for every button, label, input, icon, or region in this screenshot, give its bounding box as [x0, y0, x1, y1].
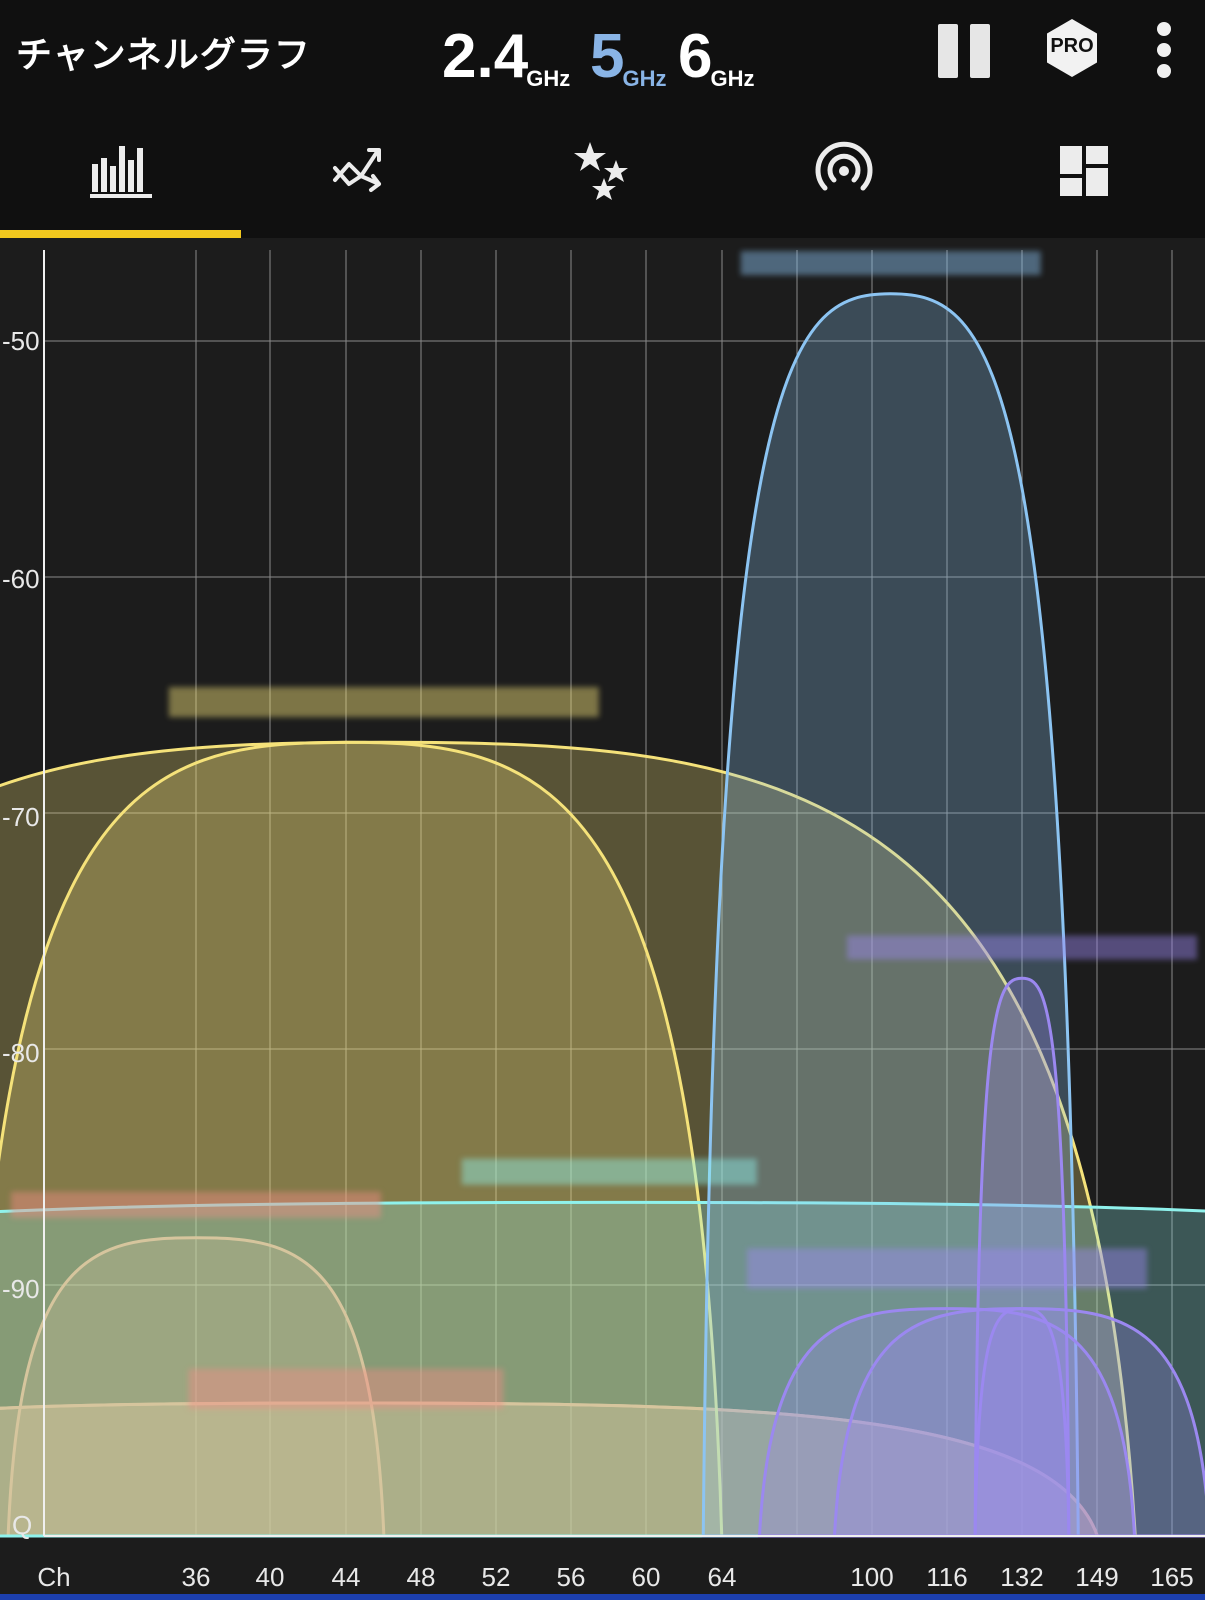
- tab-dashboard[interactable]: [964, 120, 1205, 238]
- more-vert-icon: [1157, 22, 1171, 36]
- tab-channel-graph[interactable]: [0, 120, 241, 238]
- band-6-value: 6: [678, 22, 713, 91]
- ssid-label-redacted: [747, 1248, 1147, 1289]
- bar-chart-icon: [90, 146, 152, 198]
- band-5-value: 5: [590, 22, 625, 91]
- y-label-q: Q: [12, 1510, 32, 1540]
- tab-access-points[interactable]: [723, 120, 964, 238]
- access-point-icon: [815, 141, 873, 191]
- ssid-label-redacted: [461, 1158, 757, 1185]
- band-2-4-unit: GHz: [526, 66, 571, 91]
- y-label--50: -50: [2, 326, 40, 356]
- x-tick-label: 44: [332, 1562, 361, 1592]
- time-graph-icon: [333, 148, 381, 192]
- pro-button[interactable]: PRO: [1040, 16, 1104, 80]
- x-tick-label: 149: [1075, 1562, 1118, 1592]
- tab-bar: [0, 120, 1205, 238]
- y-label--90: -90: [2, 1274, 40, 1304]
- ssid-label-redacted: [847, 935, 1197, 960]
- ssid-label-redacted: [168, 687, 599, 718]
- x-tick-label: 165: [1150, 1562, 1193, 1592]
- selected-tab-indicator: [0, 230, 241, 238]
- x-tick-label: 36: [182, 1562, 211, 1592]
- x-tick-label: 60: [632, 1562, 661, 1592]
- band-5ghz-button[interactable]: 5GHz: [590, 22, 666, 112]
- x-tick-labels: 36 40 44 48 52 56 60 64 100 116 132 149 165: [182, 1562, 1194, 1592]
- x-tick-label: 52: [482, 1562, 511, 1592]
- pause-icon: [938, 24, 958, 78]
- band-6ghz-button[interactable]: 6GHz: [678, 22, 754, 112]
- x-axis-title: Ch: [37, 1562, 70, 1592]
- ssid-label-redacted: [11, 1191, 381, 1218]
- more-vert-icon-dot: [1157, 43, 1171, 57]
- dashboard-icon: [1060, 146, 1108, 196]
- x-tick-label: 64: [708, 1562, 737, 1592]
- pause-icon-bar: [970, 24, 990, 78]
- ssid-label-redacted: [740, 251, 1041, 276]
- pause-button[interactable]: [938, 24, 992, 78]
- x-tick-label: 56: [557, 1562, 586, 1592]
- app-bar: チャンネルグラフ 2.4GHz 5GHz 6GHz PRO: [0, 0, 1205, 120]
- band-2-4ghz-button[interactable]: 2.4GHz: [442, 22, 570, 112]
- ssid-label-redacted: [188, 1368, 504, 1409]
- band-5-unit: GHz: [622, 66, 667, 91]
- page-title: チャンネルグラフ: [16, 35, 311, 76]
- band-6-unit: GHz: [710, 66, 755, 91]
- channel-graph: -50 -60 -70 -80 -90 Q Ch 36 40 44 48 52 56 60 6…: [0, 250, 1205, 1600]
- x-tick-label: 48: [407, 1562, 436, 1592]
- y-label--80: -80: [2, 1038, 40, 1068]
- tab-channel-rating[interactable]: [482, 120, 723, 238]
- x-tick-label: 40: [256, 1562, 285, 1592]
- band-2-4-value: 2.4: [442, 22, 529, 91]
- more-vert-icon-dot: [1157, 64, 1171, 78]
- y-label--70: -70: [2, 802, 40, 832]
- tab-time-graph[interactable]: [241, 120, 482, 238]
- x-tick-label: 100: [850, 1562, 893, 1592]
- y-label--60: -60: [2, 564, 40, 594]
- x-tick-label: 132: [1000, 1562, 1043, 1592]
- pro-label: PRO: [1050, 35, 1094, 57]
- rating-stars-icon: [574, 142, 628, 200]
- x-tick-label: 116: [926, 1562, 967, 1592]
- more-options-button[interactable]: [1150, 20, 1180, 80]
- network-curves: [0, 292, 1205, 1538]
- bottom-scroll-indicator: [0, 1594, 1205, 1600]
